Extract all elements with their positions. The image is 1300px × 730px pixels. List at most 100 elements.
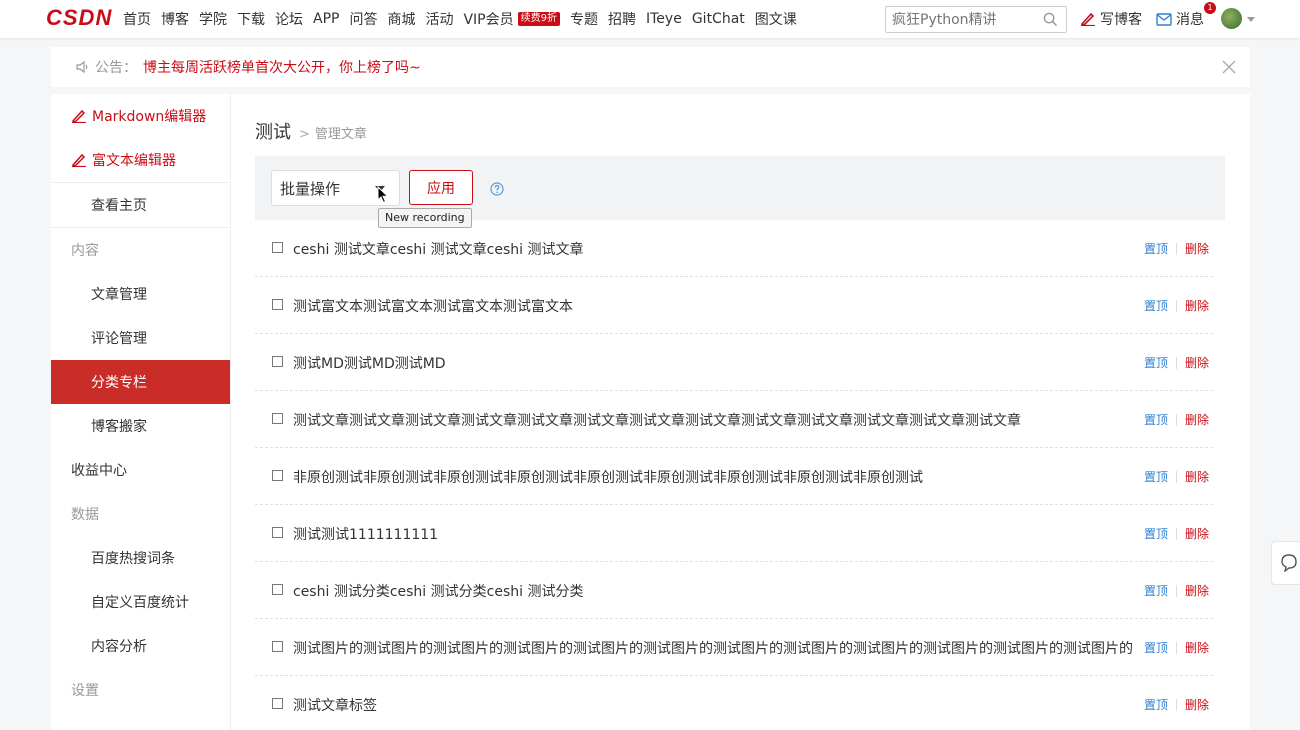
row-checkbox[interactable] (272, 584, 283, 595)
announcement-text[interactable]: 博主每周活跃榜单首次大公开，你上榜了吗~ (143, 57, 421, 77)
delete-link[interactable]: 删除 (1185, 240, 1209, 257)
sidebar-item-comment-manage[interactable]: 评论管理 (51, 316, 230, 360)
nav-jobs[interactable]: 招聘 (608, 9, 636, 29)
table-row: 测试富文本测试富文本测试富文本测试富文本 置顶 删除 (255, 277, 1213, 334)
sidebar-item-content-analysis[interactable]: 内容分析 (51, 624, 230, 668)
pin-top-link[interactable]: 置顶 (1144, 297, 1168, 314)
sidebar-item-revenue-center[interactable]: 收益中心 (51, 448, 230, 492)
table-row: 测试测试1111111111 置顶 删除 (255, 505, 1213, 562)
sidebar-group-settings: 设置 (71, 683, 99, 699)
sidebar-item-custom-baidu[interactable]: 自定义百度统计 (51, 580, 230, 624)
nav-download[interactable]: 下载 (237, 9, 265, 29)
action-divider (1175, 356, 1177, 369)
pin-top-link[interactable]: 置顶 (1144, 696, 1168, 713)
delete-link[interactable]: 删除 (1185, 639, 1209, 656)
sidebar-item-baidu-hot[interactable]: 百度热搜词条 (51, 536, 230, 580)
pin-top-link[interactable]: 置顶 (1144, 468, 1168, 485)
csdn-logo[interactable]: CSDN (46, 7, 112, 29)
nav-iteye[interactable]: ITeye (646, 11, 682, 27)
article-title[interactable]: 测试测试1111111111 (293, 524, 438, 544)
chevron-down-icon[interactable] (1247, 17, 1255, 22)
article-title[interactable]: 测试MD测试MD测试MD (293, 353, 446, 373)
sidebar-item-view-home[interactable]: 查看主页 (51, 183, 230, 227)
article-title[interactable]: ceshi 测试分类ceshi 测试分类ceshi 测试分类 (293, 581, 583, 601)
apply-button[interactable]: 应用 (409, 170, 473, 205)
row-checkbox[interactable] (272, 242, 283, 253)
row-checkbox[interactable] (272, 356, 283, 367)
breadcrumb-manage-articles[interactable]: 管理文章 (315, 123, 367, 142)
messages-link[interactable]: 消息 1 (1156, 2, 1216, 29)
sidebar-item-category-column[interactable]: 分类专栏 (51, 360, 230, 404)
nav-academy[interactable]: 学院 (199, 9, 227, 29)
table-row: 测试图片的测试图片的测试图片的测试图片的测试图片的测试图片的测试图片的测试图片的… (255, 619, 1213, 676)
vip-discount-badge: 续费9折 (517, 12, 560, 26)
markdown-editor-link[interactable]: Markdown编辑器 (51, 94, 230, 138)
pen-icon (1080, 12, 1095, 26)
bulk-action-value: 批量操作 (280, 179, 341, 198)
nav-mall[interactable]: 商城 (387, 9, 415, 29)
breadcrumb-separator: > (299, 127, 310, 142)
search-icon[interactable] (1043, 12, 1058, 27)
pin-top-link[interactable]: 置顶 (1144, 639, 1168, 656)
nav-qa[interactable]: 问答 (349, 9, 377, 29)
pin-top-link[interactable]: 置顶 (1144, 525, 1168, 542)
table-row: 非原创测试非原创测试非原创测试非原创测试非原创测试非原创测试非原创测试非原创测试… (255, 448, 1213, 505)
nav-graphic-course[interactable]: 图文课 (755, 9, 797, 29)
row-checkbox[interactable] (272, 641, 283, 652)
pin-top-link[interactable]: 置顶 (1144, 240, 1168, 257)
action-divider (1175, 584, 1177, 597)
nav-gitchat[interactable]: GitChat (692, 11, 745, 27)
action-divider (1175, 527, 1177, 540)
delete-link[interactable]: 删除 (1185, 354, 1209, 371)
pin-top-link[interactable]: 置顶 (1144, 411, 1168, 428)
sidebar: Markdown编辑器 富文本编辑器 查看主页 内容 文章管理 评论管理 分类专… (51, 94, 231, 730)
row-checkbox[interactable] (272, 527, 283, 538)
row-checkbox[interactable] (272, 299, 283, 310)
row-checkbox[interactable] (272, 698, 283, 709)
pin-top-link[interactable]: 置顶 (1144, 354, 1168, 371)
delete-link[interactable]: 删除 (1185, 582, 1209, 599)
article-title[interactable]: 测试图片的测试图片的测试图片的测试图片的测试图片的测试图片的测试图片的测试图片的… (293, 638, 1133, 658)
richtext-editor-link[interactable]: 富文本编辑器 (51, 138, 230, 182)
help-icon[interactable] (490, 182, 504, 196)
row-checkbox[interactable] (272, 413, 283, 424)
pin-top-link[interactable]: 置顶 (1144, 582, 1168, 599)
action-divider (1175, 299, 1177, 312)
nav-blog[interactable]: 博客 (161, 9, 189, 29)
search-input[interactable] (886, 7, 1036, 32)
sidebar-group-content: 内容 (71, 243, 99, 259)
row-actions: 置顶 删除 (1144, 240, 1209, 257)
main-content: 测试 > 管理文章 批量操作 应用 New recording ceshi 测试… (231, 94, 1250, 730)
close-icon[interactable] (1222, 60, 1236, 74)
delete-link[interactable]: 删除 (1185, 525, 1209, 542)
write-blog-link[interactable]: 写博客 (1080, 9, 1142, 29)
sidebar-item-blog-move[interactable]: 博客搬家 (51, 404, 230, 448)
delete-link[interactable]: 删除 (1185, 297, 1209, 314)
row-checkbox[interactable] (272, 470, 283, 481)
avatar[interactable] (1221, 8, 1242, 29)
delete-link[interactable]: 删除 (1185, 696, 1209, 713)
nav-app[interactable]: APP (313, 11, 339, 27)
nav-events[interactable]: 活动 (425, 9, 453, 29)
mail-icon (1156, 12, 1172, 26)
table-row: ceshi 测试分类ceshi 测试分类ceshi 测试分类 置顶 删除 (255, 562, 1213, 619)
nav-vip[interactable]: VIP会员 续费9折 (463, 9, 560, 29)
breadcrumb: 测试 > 管理文章 (255, 118, 367, 144)
article-list: ceshi 测试文章ceshi 测试文章ceshi 测试文章 置顶 删除 测试富文本测… (255, 220, 1213, 730)
article-title[interactable]: 非原创测试非原创测试非原创测试非原创测试非原创测试非原创测试非原创测试非原创测试… (293, 467, 923, 487)
nav-forum[interactable]: 论坛 (275, 9, 303, 29)
nav-topics[interactable]: 专题 (570, 9, 598, 29)
article-title[interactable]: ceshi 测试文章ceshi 测试文章ceshi 测试文章 (293, 239, 583, 259)
delete-link[interactable]: 删除 (1185, 468, 1209, 485)
markdown-editor-label: Markdown编辑器 (92, 109, 207, 125)
announcement-label: 公告： (95, 60, 137, 76)
article-title[interactable]: 测试文章测试文章测试文章测试文章测试文章测试文章测试文章测试文章测试文章测试文章… (293, 410, 1021, 430)
article-title[interactable]: 测试文章标签 (293, 695, 377, 715)
delete-link[interactable]: 删除 (1185, 411, 1209, 428)
customer-service-tab[interactable] (1271, 541, 1300, 585)
announcement-bar: 公告： 博主每周活跃榜单首次大公开，你上榜了吗~ (51, 47, 1250, 87)
article-title[interactable]: 测试富文本测试富文本测试富文本测试富文本 (293, 296, 573, 316)
row-actions: 置顶 删除 (1144, 525, 1209, 542)
sidebar-item-article-manage[interactable]: 文章管理 (51, 272, 230, 316)
nav-home[interactable]: 首页 (123, 9, 151, 29)
